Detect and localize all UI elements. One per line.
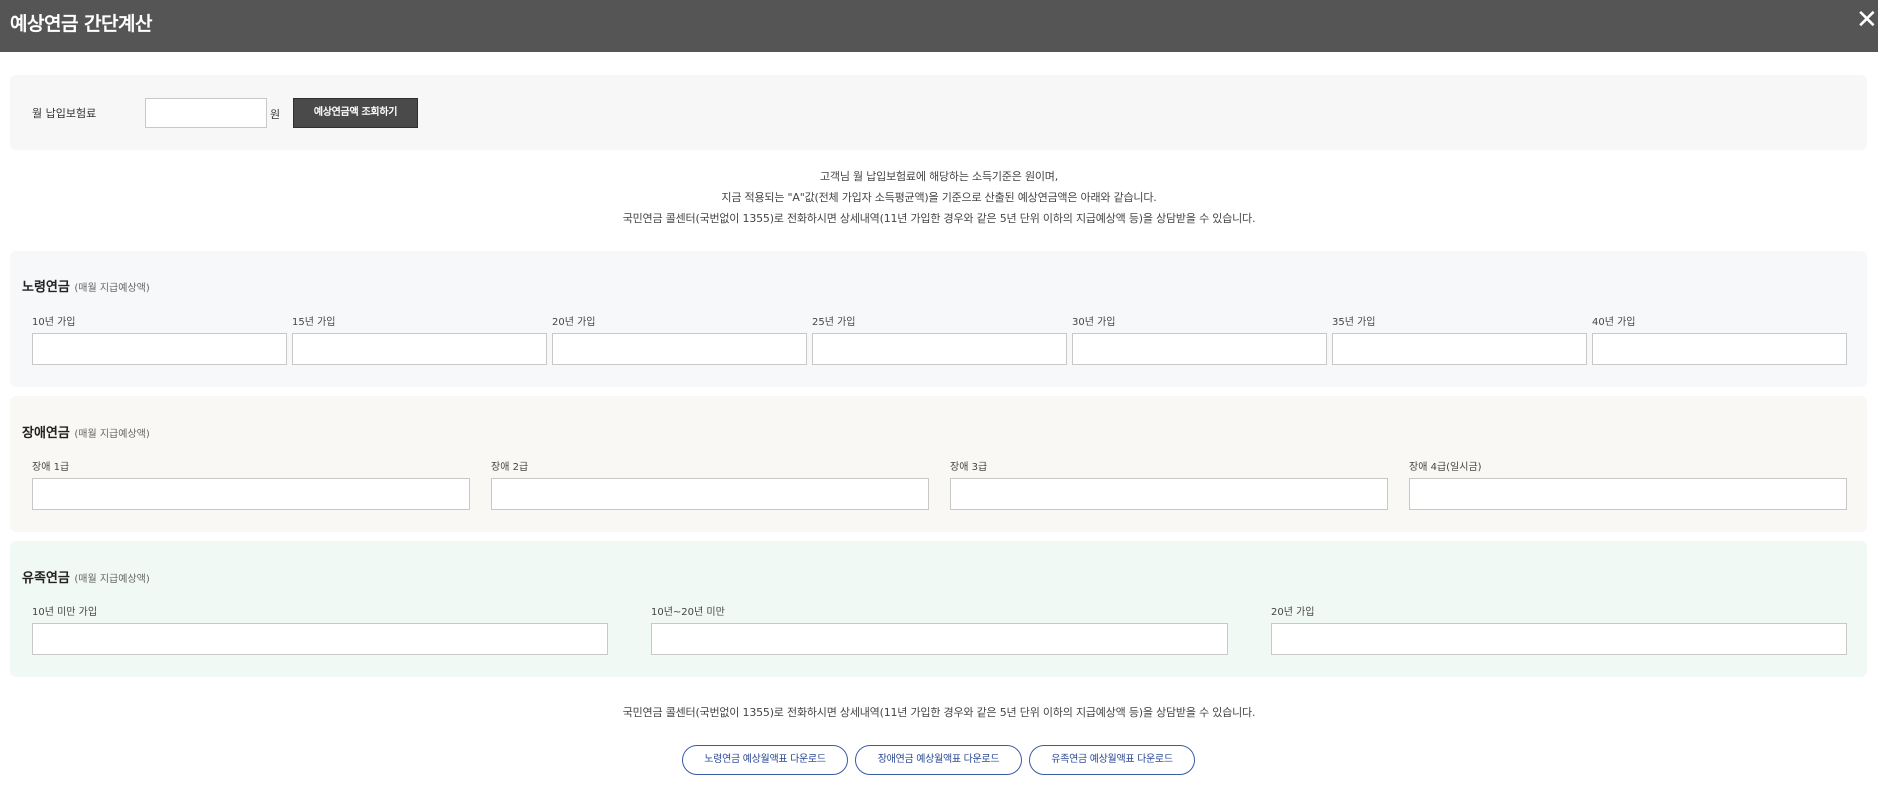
- field-label-old-35: 35년 가입: [1332, 317, 1376, 328]
- old-age-pension-panel: [10, 251, 1867, 387]
- result-field-dis-1: [32, 478, 470, 510]
- bottom-info-text: 국민연금 콜센터(국번없이 1355)로 전화하시면 상세내역(11년 가입한 …: [622, 706, 1256, 719]
- field-label-old-20: 20년 가입: [552, 317, 596, 328]
- field-label-sur-1: 10년 미만 가입: [32, 607, 98, 618]
- download-disability-table-button[interactable]: 장애연금 예상월액표 다운로드: [855, 745, 1022, 775]
- field-label-old-25: 25년 가입: [812, 317, 856, 328]
- modal-header: 예상연금 간단계산 ✕: [0, 0, 1878, 52]
- result-field-dis-4: [1409, 478, 1847, 510]
- result-field-sur-3: [1271, 623, 1847, 655]
- survivor-pension-title: 유족연금 (매월 지급예상액): [22, 567, 150, 586]
- modal-title: 예상연금 간단계산: [10, 13, 152, 35]
- result-field-old-30: [1072, 333, 1327, 365]
- info-text-1: 고객님 월 납입보험료에 해당하는 소득기준은 원이며,: [819, 170, 1059, 183]
- field-label-dis-4: 장애 4급(일시금): [1409, 462, 1482, 473]
- field-label-sur-2: 10년~20년 미만: [651, 607, 725, 618]
- result-field-old-10: [32, 333, 287, 365]
- close-icon[interactable]: ✕: [1856, 6, 1878, 34]
- premium-label: 월 납입보험료: [32, 107, 97, 120]
- result-field-old-40: [1592, 333, 1847, 365]
- result-field-dis-3: [950, 478, 1388, 510]
- disability-pension-panel: [10, 396, 1867, 532]
- section-title-text: 유족연금: [22, 571, 70, 586]
- field-label-old-10: 10년 가입: [32, 317, 76, 328]
- info-text-3: 국민연금 콜센터(국번없이 1355)로 전화하시면 상세내역(11년 가입한 …: [622, 212, 1256, 225]
- premium-input-panel: 월 납입보험료 원 예상연금액 조회하기: [10, 75, 1867, 150]
- section-title-text: 노령연금: [22, 280, 70, 295]
- disability-pension-title: 장애연금 (매월 지급예상액): [22, 422, 150, 441]
- premium-input[interactable]: [145, 98, 267, 128]
- result-field-sur-2: [651, 623, 1228, 655]
- field-label-sur-3: 20년 가입: [1271, 607, 1315, 618]
- query-pension-button[interactable]: 예상연금액 조회하기: [293, 98, 418, 128]
- download-old-age-table-button[interactable]: 노령연금 예상월액표 다운로드: [682, 745, 848, 775]
- survivor-pension-panel: [10, 541, 1867, 677]
- field-label-dis-2: 장애 2급: [491, 462, 529, 473]
- field-label-old-30: 30년 가입: [1072, 317, 1116, 328]
- field-label-dis-3: 장애 3급: [950, 462, 988, 473]
- info-text-2: 지금 적용되는 "A"값(전체 가입자 소득평균액)을 기준으로 산출된 예상연…: [721, 191, 1157, 204]
- result-field-old-20: [552, 333, 807, 365]
- result-field-dis-2: [491, 478, 929, 510]
- section-subtitle: (매월 지급예상액): [74, 429, 150, 440]
- result-field-sur-1: [32, 623, 608, 655]
- field-label-old-15: 15년 가입: [292, 317, 336, 328]
- download-survivor-table-button[interactable]: 유족연금 예상월액표 다운로드: [1029, 745, 1195, 775]
- field-label-old-40: 40년 가입: [1592, 317, 1636, 328]
- section-title-text: 장애연금: [22, 426, 70, 441]
- section-subtitle: (매월 지급예상액): [74, 574, 150, 585]
- result-field-old-35: [1332, 333, 1587, 365]
- result-field-old-25: [812, 333, 1067, 365]
- result-field-old-15: [292, 333, 547, 365]
- field-label-dis-1: 장애 1급: [32, 462, 70, 473]
- section-subtitle: (매월 지급예상액): [74, 283, 150, 294]
- old-age-pension-title: 노령연금 (매월 지급예상액): [22, 276, 150, 295]
- won-unit: 원: [270, 108, 281, 121]
